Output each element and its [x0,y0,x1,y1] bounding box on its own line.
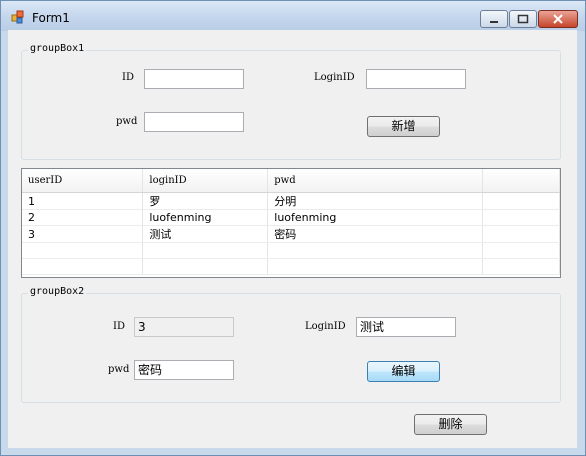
maximize-icon [517,14,529,24]
minimize-icon [490,21,498,23]
groupbox-1-title: groupBox1 [28,43,87,54]
table-row[interactable] [22,242,560,259]
edit-button[interactable]: 编辑 [367,361,440,382]
pwd-input[interactable] [144,112,244,132]
id-input[interactable] [144,69,244,89]
cell-loginid[interactable]: luofenming [142,209,269,226]
cell-loginid[interactable]: 罗 [142,192,269,210]
column-header-loginid[interactable]: loginID [142,169,269,193]
cell-userid[interactable] [22,242,144,259]
loginid-label: LoginID [314,72,355,83]
cell-userid[interactable] [22,258,144,275]
edit-id-label: ID [113,321,125,332]
loginid-input[interactable] [366,69,466,89]
window-title: Form1 [32,11,70,25]
edit-pwd-input[interactable]: 密码 [134,360,234,380]
edit-pwd-label: pwd [108,364,130,375]
cell-pwd[interactable]: 密码 [267,225,484,243]
id-label: ID [122,72,134,83]
groupbox-1: groupBox1 [21,43,561,160]
cell-pwd[interactable]: luofenming [267,209,484,226]
column-header-userid[interactable]: userID [22,169,144,193]
minimize-button[interactable] [480,10,508,28]
add-button[interactable]: 新增 [367,116,440,137]
edit-loginid-input[interactable]: 测试 [356,317,456,337]
groupbox-2: groupBox2 [21,286,561,403]
table-row[interactable]: 1 罗 分明 [22,192,560,210]
cell-pwd[interactable] [267,258,484,275]
groupbox-2-title: groupBox2 [28,286,87,297]
table-row[interactable]: 3 测试 密码 [22,225,560,243]
edit-id-field: 3 [134,317,234,337]
cell-userid[interactable]: 2 [22,209,144,226]
cell-pwd[interactable] [267,242,484,259]
cell-loginid[interactable] [142,242,269,259]
title-bar[interactable]: Form1 [1,1,585,31]
delete-button[interactable]: 删除 [414,414,487,435]
close-button[interactable] [538,10,578,28]
app-icon [11,10,24,24]
cell-empty [482,192,560,210]
maximize-button[interactable] [509,10,537,28]
column-header-pwd[interactable]: pwd [267,169,484,193]
cell-empty [482,242,560,259]
table-row[interactable] [22,258,560,275]
close-icon [553,14,563,24]
cell-empty [482,209,560,226]
grid-header-row: userID loginID pwd [22,169,560,193]
cell-userid[interactable]: 3 [22,225,144,243]
cell-userid[interactable]: 1 [22,192,144,210]
cell-pwd[interactable]: 分明 [267,192,484,210]
edit-loginid-label: LoginID [305,321,346,332]
cell-empty [482,258,560,275]
table-row[interactable]: 2 luofenming luofenming [22,209,560,226]
cell-loginid[interactable] [142,258,269,275]
column-header-empty [482,169,560,193]
cell-loginid[interactable]: 测试 [142,225,269,243]
users-grid[interactable]: userID loginID pwd 1 罗 分明 2 luofenming l… [21,168,561,278]
cell-empty [482,225,560,243]
pwd-label: pwd [116,116,138,127]
